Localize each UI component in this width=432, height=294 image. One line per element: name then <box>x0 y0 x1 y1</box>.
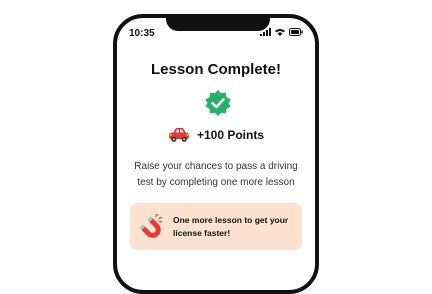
status-time: 10:35 <box>129 28 155 39</box>
check-badge-icon <box>205 90 231 116</box>
wifi-icon <box>275 29 285 36</box>
points-label: +100 Points <box>196 128 265 142</box>
signal-icon <box>260 28 271 36</box>
tip-callout: One more lesson to get your license fast… <box>130 203 302 250</box>
description-text: Raise your chances to pass a driving tes… <box>134 161 298 188</box>
battery-icon <box>289 28 303 36</box>
page-title: Lesson Complete! <box>150 61 282 78</box>
points-row: +100 Points <box>117 127 315 143</box>
callout-text: One more lesson to get your license fast… <box>173 214 289 238</box>
status-icons <box>260 28 303 36</box>
magnet-icon <box>139 213 163 238</box>
car-icon <box>168 128 189 142</box>
phone-frame: 10:35 Lesson Complete! +100 Points Raise… <box>113 14 319 294</box>
phone-notch <box>166 18 270 31</box>
